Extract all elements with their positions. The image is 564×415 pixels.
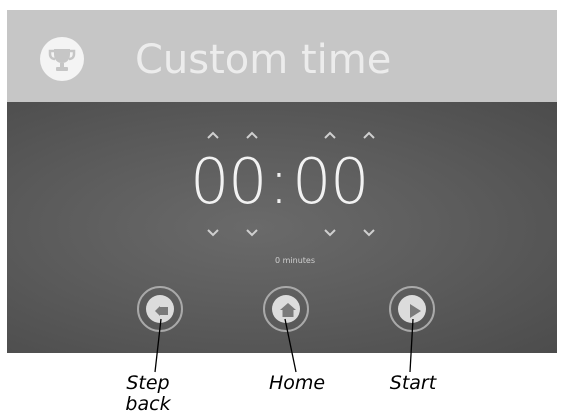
step-back-callout-line [154, 318, 162, 373]
step-back-callout: Step back [125, 372, 171, 415]
start-callout: Start [389, 372, 437, 394]
callout-lines [154, 318, 414, 373]
home-callout: Home [268, 372, 326, 394]
start-callout-line [409, 318, 414, 373]
home-callout-line [284, 318, 297, 373]
